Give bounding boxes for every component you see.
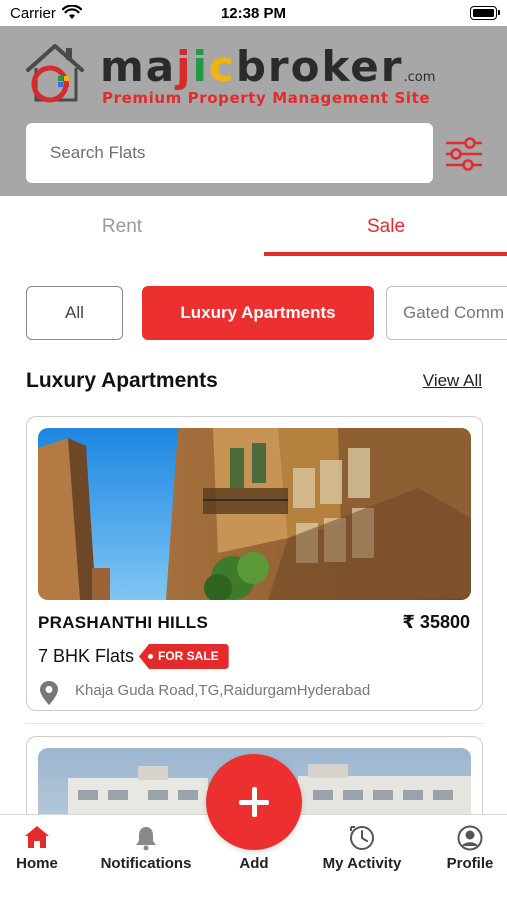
home-icon bbox=[24, 825, 50, 854]
house-logo-icon bbox=[20, 40, 90, 110]
property-location: Khaja Guda Road,TG,RaidurgamHyderabad bbox=[75, 682, 371, 699]
nav-label: My Activity bbox=[322, 855, 402, 872]
battery-icon bbox=[470, 6, 500, 20]
brand-part: ma bbox=[100, 42, 177, 91]
active-tab-indicator bbox=[264, 252, 507, 256]
nav-my-activity[interactable]: My Activity bbox=[316, 815, 408, 900]
nav-profile[interactable]: Profile bbox=[438, 815, 502, 900]
category-chip-gated-community[interactable]: Gated Comm bbox=[386, 286, 507, 340]
tab-rent[interactable]: Rent bbox=[0, 196, 244, 258]
search-box[interactable] bbox=[26, 123, 433, 183]
property-card[interactable]: PRASHANTHI HILLS ₹ 35800 7 BHK Flats FOR… bbox=[26, 416, 483, 711]
nav-notifications[interactable]: Notifications bbox=[96, 815, 196, 900]
brand-tagline: Premium Property Management Site bbox=[102, 89, 431, 107]
nav-label: Notifications bbox=[100, 855, 192, 872]
brand-part: broker bbox=[235, 42, 404, 91]
nav-label: Add bbox=[239, 855, 269, 872]
property-name: PRASHANTHI HILLS bbox=[38, 613, 209, 632]
nav-label: Home bbox=[16, 855, 58, 872]
nav-home[interactable]: Home bbox=[0, 815, 74, 900]
activity-clock-icon bbox=[349, 825, 375, 856]
app-header: majicbroker.com Premium Property Managem… bbox=[0, 26, 507, 196]
property-type: 7 BHK Flats bbox=[38, 646, 135, 666]
search-input[interactable] bbox=[26, 123, 433, 183]
brand-part: j bbox=[176, 42, 193, 91]
clock: 12:38 PM bbox=[220, 5, 287, 22]
category-chip-all[interactable]: All bbox=[26, 286, 123, 340]
location-pin-icon bbox=[39, 680, 59, 711]
bell-icon bbox=[134, 825, 158, 856]
list-divider bbox=[26, 723, 483, 724]
brand-part: c bbox=[208, 42, 236, 91]
for-sale-badge: FOR SALE bbox=[139, 644, 229, 669]
category-chip-luxury-apartments[interactable]: Luxury Apartments bbox=[142, 286, 374, 340]
user-icon bbox=[457, 825, 483, 856]
brand-domain: .com bbox=[403, 70, 436, 85]
section-title: Luxury Apartments bbox=[26, 369, 218, 392]
tab-sale[interactable]: Sale bbox=[264, 196, 507, 258]
nav-label: Profile bbox=[446, 855, 494, 872]
sliders-icon bbox=[446, 137, 482, 171]
status-bar: Carrier 12:38 PM bbox=[0, 0, 507, 26]
property-price: ₹ 35800 bbox=[402, 612, 470, 632]
property-photo bbox=[38, 428, 471, 600]
view-all-link[interactable]: View All bbox=[423, 371, 482, 391]
add-listing-button[interactable] bbox=[206, 754, 302, 850]
filter-sliders-button[interactable] bbox=[444, 134, 484, 174]
rent-sale-tabs: Rent Sale bbox=[0, 196, 507, 258]
brand-part: i bbox=[192, 42, 209, 91]
